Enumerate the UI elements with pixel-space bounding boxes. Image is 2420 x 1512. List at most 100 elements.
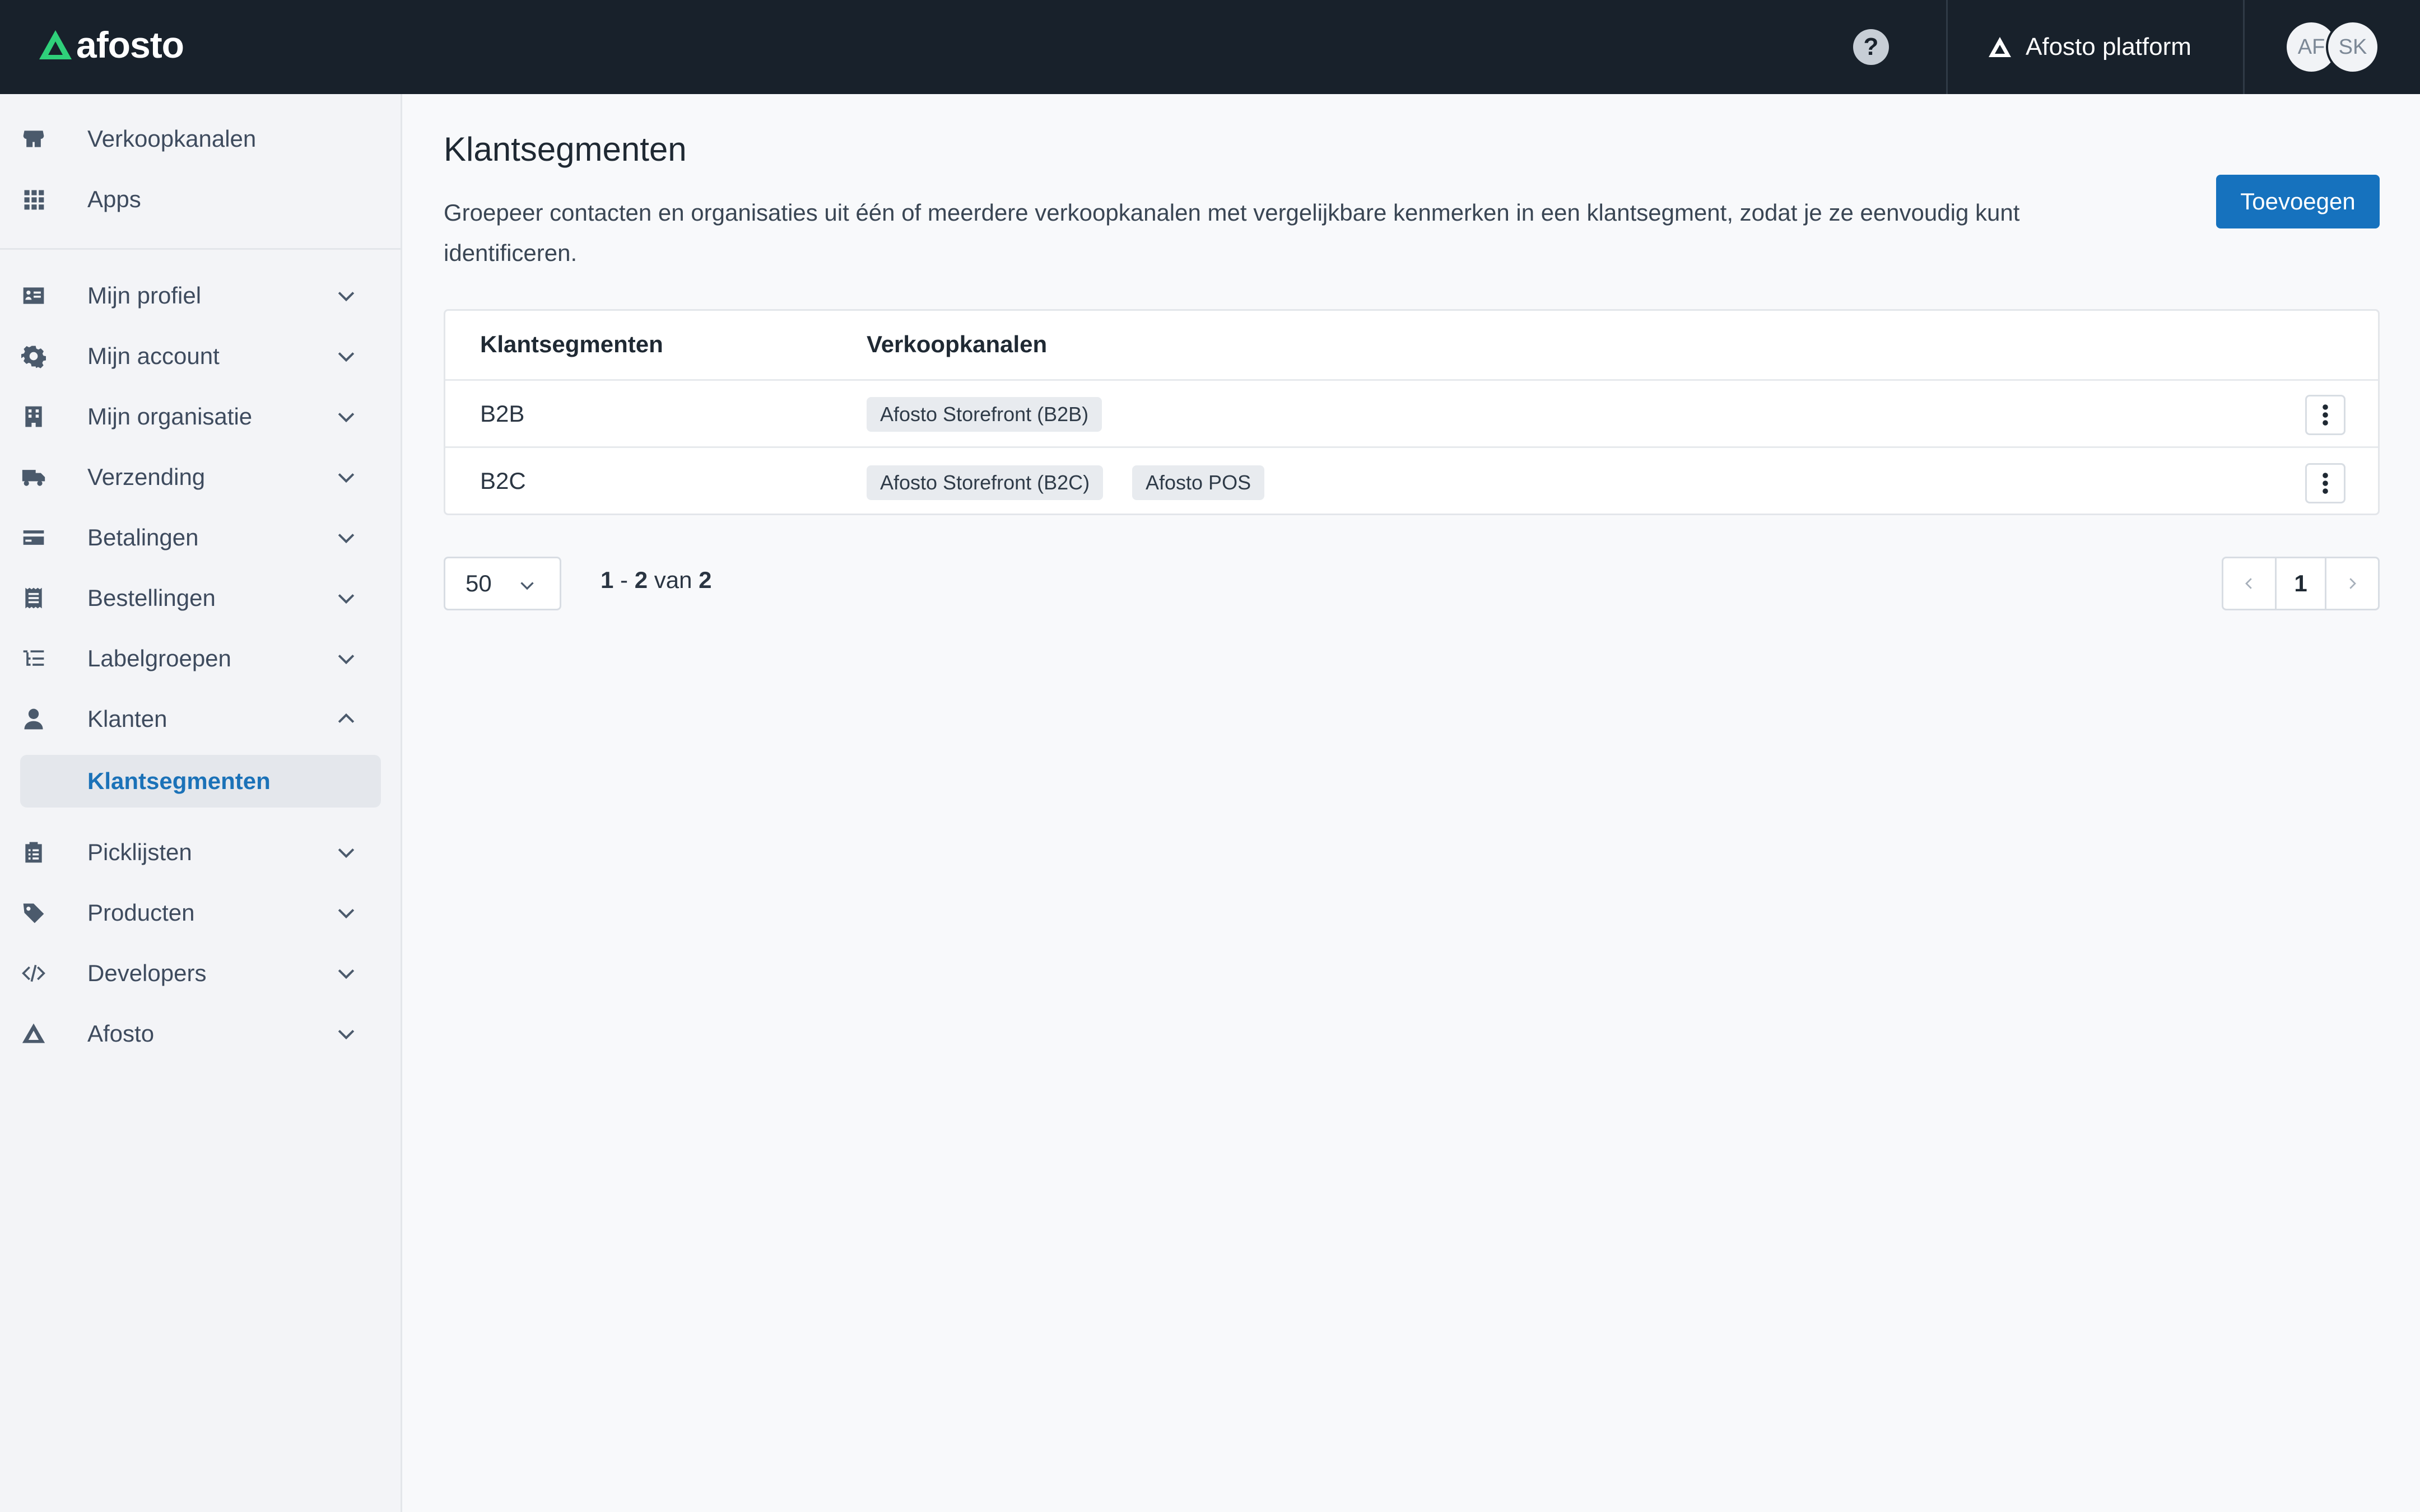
- platform-switcher[interactable]: Afosto platform: [1988, 27, 2191, 67]
- topbar-divider: [1946, 0, 1948, 94]
- chevron-up-icon: [334, 707, 359, 731]
- clipboard-icon: [20, 839, 47, 866]
- range-of-word: van: [654, 567, 692, 593]
- per-page-select[interactable]: 50: [444, 557, 561, 610]
- channel-tag: Afosto POS: [1132, 465, 1265, 500]
- sidebar-item-afosto[interactable]: Afosto: [20, 1008, 381, 1060]
- sidebar-item-label: Verkoopkanalen: [87, 125, 257, 152]
- range-end: 2: [634, 567, 648, 593]
- sidebar: Verkoopkanalen Apps Mijn profiel Mijn ac…: [0, 94, 402, 1512]
- sidebar-divider: [0, 248, 401, 250]
- add-button[interactable]: Toevoegen: [2216, 175, 2380, 228]
- chevron-right-icon: [2349, 578, 2356, 589]
- afosto-platform-icon: [1989, 37, 2011, 57]
- sidebar-item-verkoopkanalen[interactable]: Verkoopkanalen: [20, 113, 381, 165]
- range-total: 2: [699, 567, 712, 593]
- user-icon: [20, 706, 47, 732]
- sidebar-item-mijn-account[interactable]: Mijn account: [20, 330, 381, 382]
- pagination-control: 1: [2222, 557, 2380, 610]
- sidebar-item-klanten[interactable]: Klanten: [20, 693, 381, 745]
- more-vertical-icon: [2323, 473, 2328, 494]
- afosto-logo-icon: [20, 1020, 47, 1047]
- code-icon: [20, 960, 47, 987]
- afosto-logo[interactable]: afosto: [38, 22, 184, 67]
- grid-icon: [20, 186, 47, 213]
- chevron-down-icon: [334, 344, 359, 368]
- chevron-down-icon: [334, 1021, 359, 1046]
- segment-name[interactable]: B2B: [480, 400, 524, 427]
- sidebar-item-producten[interactable]: Producten: [20, 887, 381, 939]
- afosto-logo-icon: [39, 30, 72, 59]
- chevron-down-icon: [334, 404, 359, 429]
- chevron-left-icon: [2245, 578, 2252, 589]
- account-avatars[interactable]: AF SK: [2284, 20, 2385, 74]
- row-actions-button[interactable]: [2305, 395, 2345, 435]
- per-page-value: 50: [466, 570, 492, 596]
- chevron-down-icon: [334, 586, 359, 610]
- column-header-klantsegmenten[interactable]: Klantsegmenten: [480, 331, 663, 358]
- chevron-down-icon: [334, 840, 359, 865]
- avatar[interactable]: SK: [2326, 20, 2380, 74]
- sidebar-item-label: Verzending: [87, 464, 206, 490]
- sidebar-item-bestellingen[interactable]: Bestellingen: [20, 572, 381, 624]
- pagination-range: 1 - 2 van 2: [601, 567, 711, 594]
- current-page-button[interactable]: 1: [2275, 558, 2326, 609]
- credit-card-icon: [20, 524, 47, 551]
- sidebar-item-mijn-profiel[interactable]: Mijn profiel: [20, 270, 381, 321]
- sidebar-item-label: Developers: [87, 960, 207, 986]
- chevron-down-icon: [334, 525, 359, 550]
- storefront-icon: [20, 125, 47, 152]
- sidebar-item-label: Producten: [87, 899, 195, 926]
- truck-icon: [20, 464, 47, 491]
- page-description: Groepeer contacten en organisaties uit é…: [444, 199, 2020, 266]
- more-vertical-icon: [2323, 404, 2328, 426]
- sidebar-item-label: Klanten: [87, 706, 167, 732]
- logo-text: afosto: [76, 24, 184, 66]
- chevron-down-icon: [334, 900, 359, 925]
- segments-table: Klantsegmenten Verkoopkanalen B2B Afosto…: [444, 309, 2380, 515]
- channel-tag: Afosto Storefront (B2C): [867, 465, 1104, 500]
- tree-list-icon: [20, 645, 47, 672]
- tag-icon: [20, 899, 47, 926]
- sidebar-item-verzending[interactable]: Verzending: [20, 451, 381, 503]
- topbar-divider: [2243, 0, 2245, 94]
- sidebar-item-betalingen[interactable]: Betalingen: [20, 512, 381, 563]
- gear-icon: [20, 343, 47, 370]
- next-page-button[interactable]: [2326, 558, 2378, 609]
- sidebar-item-label: Mijn account: [87, 343, 220, 369]
- channel-tag: Afosto Storefront (B2B): [867, 397, 1102, 432]
- sidebar-item-developers[interactable]: Developers: [20, 948, 381, 999]
- range-separator: -: [620, 567, 629, 593]
- help-button[interactable]: ?: [1853, 29, 1889, 65]
- column-header-verkoopkanalen[interactable]: Verkoopkanalen: [867, 331, 1047, 358]
- sidebar-item-label: Picklijsten: [87, 839, 192, 865]
- sidebar-item-mijn-organisatie[interactable]: Mijn organisatie: [20, 391, 381, 442]
- chevron-down-icon: [334, 465, 359, 489]
- row-divider: [445, 446, 2378, 448]
- sidebar-item-labelgroepen[interactable]: Labelgroepen: [20, 633, 381, 684]
- sidebar-item-label: Afosto: [87, 1020, 155, 1047]
- chevron-down-icon: [520, 582, 534, 590]
- sidebar-item-label: Apps: [87, 186, 141, 212]
- receipt-icon: [20, 585, 47, 612]
- sidebar-item-label: Bestellingen: [87, 585, 216, 611]
- sidebar-item-label: Labelgroepen: [87, 645, 231, 671]
- segment-name[interactable]: B2C: [480, 468, 526, 494]
- sidebar-item-label: Mijn profiel: [87, 282, 202, 309]
- chevron-down-icon: [334, 646, 359, 671]
- chevron-down-icon: [334, 961, 359, 986]
- id-card-icon: [20, 282, 47, 309]
- platform-label: Afosto platform: [2026, 33, 2191, 60]
- row-actions-button[interactable]: [2305, 463, 2345, 503]
- sidebar-item-apps[interactable]: Apps: [20, 174, 381, 225]
- range-start: 1: [601, 567, 614, 593]
- page-title: Klantsegmenten: [444, 130, 687, 168]
- sidebar-subitem-klantsegmenten[interactable]: Klantsegmenten: [20, 755, 381, 808]
- sidebar-item-picklijsten[interactable]: Picklijsten: [20, 827, 381, 878]
- sidebar-item-label: Mijn organisatie: [87, 403, 253, 430]
- sidebar-item-label: Betalingen: [87, 524, 199, 550]
- chevron-down-icon: [334, 283, 359, 308]
- previous-page-button[interactable]: [2223, 558, 2275, 609]
- row-divider: [445, 379, 2378, 381]
- top-bar: afosto ? Afosto platform AF SK: [0, 0, 2420, 94]
